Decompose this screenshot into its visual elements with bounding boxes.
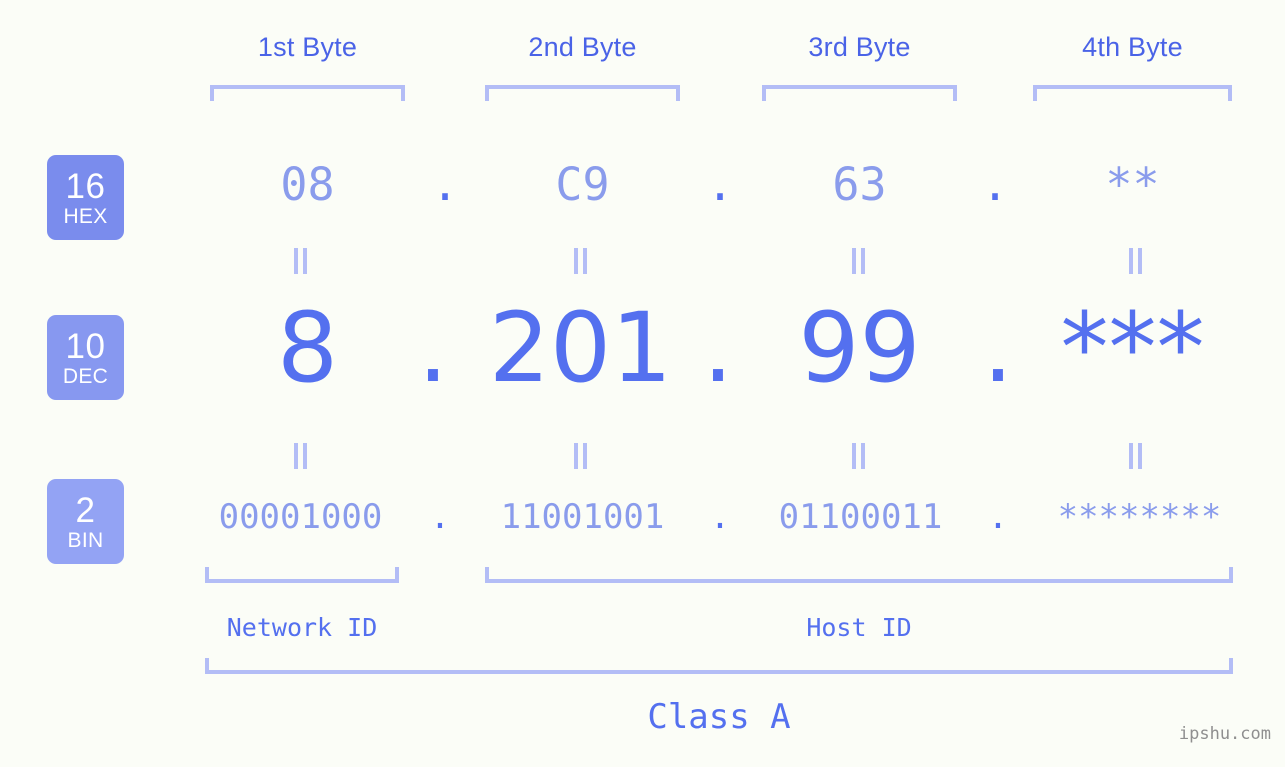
site-watermark: ipshu.com bbox=[1178, 724, 1271, 744]
base-badge-hex: 16 HEX bbox=[47, 155, 124, 240]
bin-separator-2: . bbox=[709, 497, 731, 537]
equals-mark-dec-bin-1 bbox=[292, 443, 310, 469]
equals-mark-dec-bin-3 bbox=[850, 443, 868, 469]
hex-byte-2: C9 bbox=[555, 158, 610, 211]
bin-separator-1: . bbox=[429, 497, 451, 537]
host-id-label: Host ID bbox=[806, 613, 912, 642]
base-badge-dec-number: 10 bbox=[65, 326, 106, 366]
bin-separator-3: . bbox=[987, 497, 1009, 537]
equals-mark-dec-bin-2 bbox=[572, 443, 590, 469]
hex-separator-1: . bbox=[431, 158, 459, 211]
bin-byte-2: 11001001 bbox=[500, 497, 665, 537]
dec-separator-1: . bbox=[417, 292, 449, 404]
base-badge-hex-name: HEX bbox=[63, 204, 108, 228]
byte-header-1: 1st Byte bbox=[257, 32, 358, 62]
dec-separator-2: . bbox=[702, 292, 734, 404]
byte-header-4: 4th Byte bbox=[1082, 32, 1183, 62]
byte-header-2: 2nd Byte bbox=[528, 32, 637, 62]
byte-bracket-4 bbox=[1033, 85, 1232, 101]
dec-byte-1: 8 bbox=[276, 292, 339, 404]
byte-header-3: 3rd Byte bbox=[808, 32, 911, 62]
network-id-bracket bbox=[205, 567, 399, 583]
ip-breakdown-diagram: 1st Byte 2nd Byte 3rd Byte 4th Byte 16 H… bbox=[0, 0, 1285, 767]
equals-mark-hex-dec-1 bbox=[292, 248, 310, 274]
dec-byte-4: *** bbox=[1060, 292, 1205, 404]
host-id-bracket bbox=[485, 567, 1233, 583]
dec-byte-3: 99 bbox=[798, 292, 921, 404]
base-badge-hex-number: 16 bbox=[65, 166, 106, 206]
byte-bracket-3 bbox=[762, 85, 957, 101]
equals-mark-hex-dec-4 bbox=[1127, 248, 1145, 274]
network-id-label: Network ID bbox=[226, 613, 378, 642]
class-bracket bbox=[205, 658, 1233, 674]
hex-separator-2: . bbox=[706, 158, 734, 211]
byte-bracket-1 bbox=[210, 85, 405, 101]
base-badge-dec: 10 DEC bbox=[47, 315, 124, 400]
hex-separator-3: . bbox=[981, 158, 1009, 211]
class-label: Class A bbox=[647, 697, 791, 737]
base-badge-dec-name: DEC bbox=[62, 364, 109, 388]
hex-byte-3: 63 bbox=[832, 158, 887, 211]
dec-byte-2: 201 bbox=[488, 292, 673, 404]
equals-mark-dec-bin-4 bbox=[1127, 443, 1145, 469]
byte-bracket-2 bbox=[485, 85, 680, 101]
bin-byte-4: ******** bbox=[1057, 497, 1222, 537]
equals-mark-hex-dec-2 bbox=[572, 248, 590, 274]
dec-separator-3: . bbox=[982, 292, 1014, 404]
base-badge-bin: 2 BIN bbox=[47, 479, 124, 564]
base-badge-bin-name: BIN bbox=[67, 528, 104, 552]
bin-byte-3: 01100011 bbox=[778, 497, 943, 537]
hex-byte-1: 08 bbox=[280, 158, 335, 211]
equals-mark-hex-dec-3 bbox=[850, 248, 868, 274]
hex-byte-4: ** bbox=[1105, 158, 1160, 211]
base-badge-bin-number: 2 bbox=[75, 490, 96, 530]
bin-byte-1: 00001000 bbox=[218, 497, 383, 537]
